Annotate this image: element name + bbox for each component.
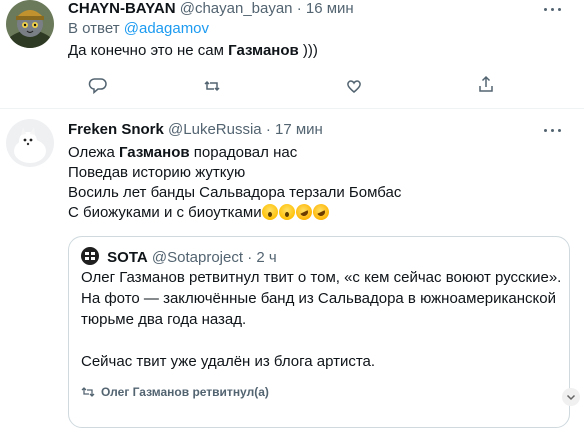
separator-dot: · bbox=[296, 0, 302, 17]
tweet-time[interactable]: 16 мин bbox=[306, 0, 354, 17]
author-handle[interactable]: @LukeRussia bbox=[168, 121, 262, 138]
share-icon[interactable] bbox=[476, 74, 496, 94]
avatar-cat-in-helmet[interactable] bbox=[6, 0, 54, 48]
quoted-tweet-time[interactable]: 2 ч bbox=[256, 249, 276, 266]
rolling-on-floor-laughing-icon bbox=[309, 201, 332, 223]
like-icon[interactable] bbox=[344, 76, 364, 96]
text-line-4: С биожуками и с биоутками bbox=[68, 201, 401, 223]
rolling-on-floor-laughing-icon bbox=[292, 201, 315, 223]
quoted-tweet-header: SOTA @Sotaproject · 2 ч bbox=[81, 247, 277, 266]
separator-dot: · bbox=[247, 249, 253, 266]
quoted-author-handle[interactable]: @Sotaproject bbox=[152, 249, 243, 266]
quoted-line-3: тюрьме два года назад. bbox=[81, 311, 247, 328]
tweet-header: Freken Snork @LukeRussia · 17 мин bbox=[68, 121, 323, 138]
quoted-line-1: Олег Газманов ретвитнул твит о том, «с к… bbox=[81, 269, 562, 286]
scroll-down-button[interactable] bbox=[562, 388, 580, 406]
retweet-label: Олег Газманов ретвитнул(а) bbox=[81, 385, 269, 401]
tweet-header: CHAYN-BAYAN @chayan_bayan · 16 мин bbox=[68, 0, 354, 17]
author-handle[interactable]: @chayan_bayan bbox=[180, 0, 293, 17]
quoted-line-2: На фото — заключённые банд из Сальвадора… bbox=[81, 290, 556, 307]
line1-bold: Газманов bbox=[118, 144, 190, 161]
quoted-line-4: Сейчас твит уже удалён из блога артиста. bbox=[81, 353, 376, 370]
face-screaming-icon bbox=[261, 204, 278, 220]
quoted-author-name[interactable]: SOTA bbox=[107, 249, 148, 266]
tweet-text: Олежа Газманов порадовал нас Поведав ист… bbox=[68, 143, 401, 223]
text-line-2: Поведав историю жуткую bbox=[68, 164, 246, 181]
text-after: ))) bbox=[302, 42, 318, 59]
author-name[interactable]: CHAYN-BAYAN bbox=[68, 0, 176, 17]
retweet-label-text: Олег Газманов ретвитнул(а) bbox=[101, 385, 269, 399]
reply-context: В ответ @adagamov bbox=[68, 19, 209, 39]
reply-prefix: В ответ bbox=[68, 20, 120, 37]
separator-dot: · bbox=[265, 121, 271, 138]
more-options-icon[interactable] bbox=[542, 2, 564, 16]
text-before: Да конечно это не сам bbox=[68, 42, 224, 59]
tweet-chayn-bayan[interactable]: CHAYN-BAYAN @chayan_bayan · 16 мин В отв… bbox=[0, 0, 584, 108]
tweet-text: Да конечно это не сам Газманов ))) bbox=[68, 41, 318, 61]
line4-text: С биожуками и с биоутками bbox=[68, 204, 262, 221]
quoted-tweet-text: Олег Газманов ретвитнул твит о том, «с к… bbox=[81, 267, 561, 372]
avatar-white-fox[interactable] bbox=[6, 119, 54, 167]
author-name[interactable]: Freken Snork bbox=[68, 121, 164, 138]
quoted-tweet[interactable]: SOTA @Sotaproject · 2 ч Олег Газманов ре… bbox=[68, 236, 570, 428]
line1-after: порадовал нас bbox=[193, 144, 298, 161]
line1-before: Олежа bbox=[68, 144, 115, 161]
text-bold: Газманов bbox=[228, 42, 299, 59]
quoted-blank-line bbox=[81, 330, 561, 351]
reply-icon[interactable] bbox=[88, 76, 108, 96]
more-options-icon[interactable] bbox=[542, 123, 564, 137]
text-line-3: Восиль лет банды Сальвадора терзали Бомб… bbox=[68, 184, 402, 201]
retweet-icon[interactable] bbox=[202, 76, 222, 96]
sota-logo-icon bbox=[81, 247, 99, 265]
text-line-1: Олежа Газманов порадовал нас bbox=[68, 143, 401, 163]
reply-to-link[interactable]: @adagamov bbox=[124, 20, 209, 37]
retweet-small-icon bbox=[81, 386, 95, 401]
tweet-time[interactable]: 17 мин bbox=[275, 121, 323, 138]
face-screaming-icon bbox=[278, 204, 295, 220]
